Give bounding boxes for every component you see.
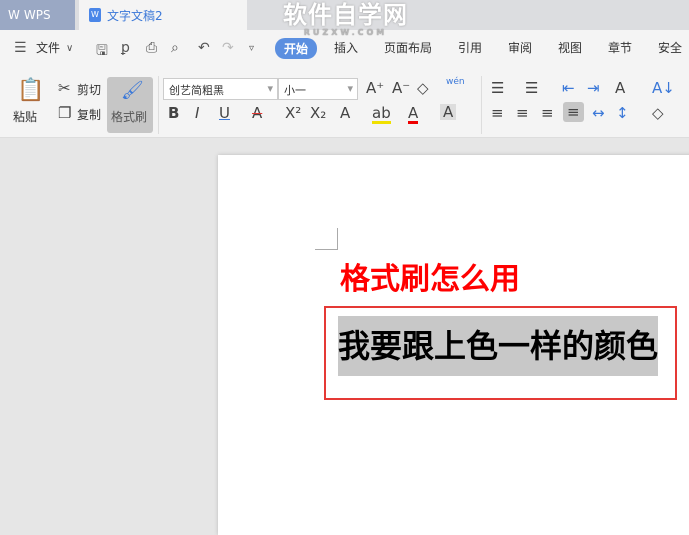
shading-icon[interactable]: ◇ <box>652 105 664 121</box>
document-heading: 格式刷怎么用 <box>340 262 520 297</box>
tab-chapter[interactable]: 章节 <box>608 39 632 56</box>
numbered-list-icon[interactable]: ☰ <box>525 80 538 96</box>
line-spacing-icon[interactable]: ↕ <box>616 105 629 121</box>
eraser-icon[interactable]: ◇ <box>417 80 429 96</box>
tab-view[interactable]: 视图 <box>558 39 582 56</box>
print-icon[interactable]: ⎙ <box>146 40 157 56</box>
tab-references[interactable]: 引用 <box>458 39 482 56</box>
font-size-select[interactable]: 小一 ▾ <box>278 78 358 100</box>
underline-icon[interactable]: U <box>219 105 230 121</box>
font-family-select[interactable]: 创艺简粗黑 ▾ <box>163 78 278 100</box>
size-value: 小一 <box>284 84 306 97</box>
undo-icon[interactable]: ↶ <box>198 40 210 56</box>
decrease-indent-icon[interactable]: ⇤ <box>562 80 575 96</box>
shrink-font-icon[interactable]: A⁻ <box>392 80 410 96</box>
wps-label: WPS <box>23 8 51 22</box>
distribute-icon[interactable]: ↔ <box>592 105 605 121</box>
sort-icon[interactable]: A↓ <box>652 80 675 96</box>
wps-home-tab[interactable]: W WPS <box>0 0 75 30</box>
justify-icon[interactable]: ≡ <box>563 102 584 122</box>
superscript-icon[interactable]: X² <box>285 105 301 121</box>
font-value: 创艺简粗黑 <box>169 84 224 97</box>
divider <box>481 76 482 134</box>
dropdown-arrow-icon: ▾ <box>347 82 353 95</box>
hamburger-icon[interactable]: ☰ <box>14 40 27 56</box>
format-icon[interactable]: ꝑ <box>121 40 130 56</box>
bold-icon[interactable]: B <box>168 105 179 121</box>
font-color-icon[interactable]: A <box>408 105 419 124</box>
document-icon: W <box>89 8 101 22</box>
brush-icon: 🖌 <box>121 80 144 101</box>
document-tab-label: 文字文稿2 <box>107 8 163 23</box>
format-painter-label: 格式刷 <box>111 110 148 124</box>
divider <box>158 76 159 134</box>
align-right-icon[interactable]: ≡ <box>541 105 554 121</box>
char-spacing-icon[interactable]: A <box>615 80 625 96</box>
tab-review[interactable]: 审阅 <box>508 39 532 56</box>
watermark-text: 软件自学网 <box>283 1 408 29</box>
copy-icon: ❐ <box>58 104 72 122</box>
pinyin-icon[interactable]: wén <box>446 77 465 87</box>
italic-icon[interactable]: I <box>195 105 199 121</box>
bullet-list-icon[interactable]: ☰ <box>491 80 504 96</box>
more-icon[interactable]: ▿ <box>249 43 254 54</box>
strikethrough-icon[interactable]: A <box>252 105 262 121</box>
cut-button[interactable]: 剪切 <box>77 81 101 98</box>
ribbon: 📋 粘贴 ✂ 剪切 ❐ 复制 🖌 格式刷 创艺简粗黑 ▾ 小一 ▾ A⁺ A⁻ ◇ … <box>0 68 689 138</box>
format-painter-button[interactable]: 🖌 格式刷 <box>107 77 153 133</box>
tab-insert[interactable]: 插入 <box>334 39 358 56</box>
tab-security[interactable]: 安全 <box>658 39 682 56</box>
print-preview-icon[interactable]: ⌕ <box>171 40 179 56</box>
redo-icon[interactable]: ↷ <box>222 40 234 56</box>
chevron-down-icon[interactable]: ∨ <box>66 43 73 54</box>
text-effect-icon[interactable]: A <box>340 105 350 121</box>
tab-page-layout[interactable]: 页面布局 <box>384 39 432 56</box>
dropdown-arrow-icon: ▾ <box>267 82 273 95</box>
grow-font-icon[interactable]: A⁺ <box>366 80 384 96</box>
highlighted-text[interactable]: 我要跟上色一样的颜色 <box>338 316 658 376</box>
document-tab[interactable]: W 文字文稿2 <box>79 0 247 30</box>
copy-button[interactable]: 复制 <box>77 106 101 123</box>
file-menu[interactable]: 文件 <box>36 39 60 56</box>
align-left-icon[interactable]: ≡ <box>491 105 504 121</box>
char-shading-icon[interactable]: A <box>440 104 457 120</box>
watermark-subtext: RUZXW.COM <box>303 28 388 37</box>
save-icon[interactable]: 🖫 <box>96 40 108 64</box>
margin-marker <box>315 228 338 250</box>
subscript-icon[interactable]: X₂ <box>310 105 326 121</box>
tab-home[interactable]: 开始 <box>275 38 318 59</box>
paste-button[interactable]: 粘贴 <box>13 108 37 125</box>
wps-logo-icon: W <box>8 8 20 22</box>
highlight-icon[interactable]: ab <box>372 105 391 124</box>
scissors-icon: ✂ <box>58 79 71 97</box>
watermark: 软件自学网 RUZXW.COM <box>283 2 408 38</box>
align-center-icon[interactable]: ≡ <box>516 105 529 121</box>
paste-icon[interactable]: 📋 <box>17 79 44 103</box>
increase-indent-icon[interactable]: ⇥ <box>587 80 600 96</box>
